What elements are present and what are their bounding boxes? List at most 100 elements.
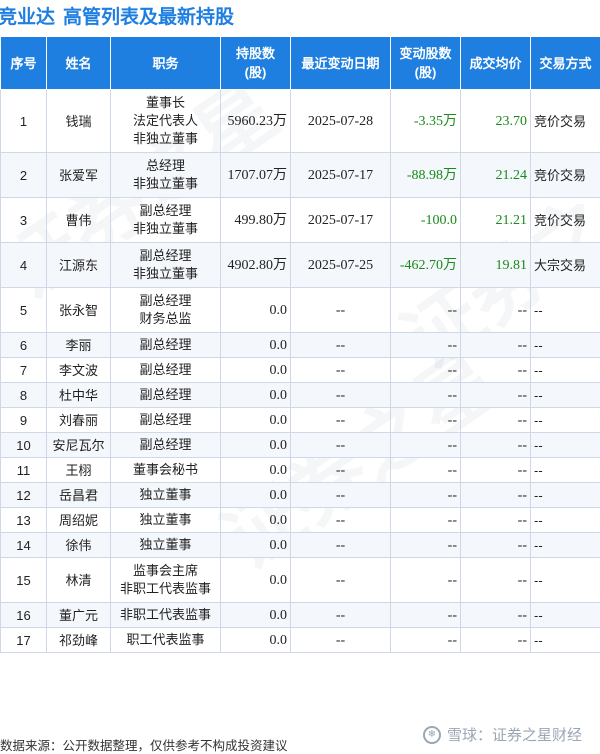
shares-changed: -462.70万 <box>391 243 461 288</box>
shares-changed: -88.98万 <box>391 153 461 198</box>
avg-price: -- <box>461 288 531 333</box>
row-number: 14 <box>1 533 47 558</box>
executive-position: 董事会秘书 <box>111 458 221 483</box>
avg-price: -- <box>461 408 531 433</box>
table-row: 4江源东副总经理 非独立董事4902.80万2025-07-25-462.70万… <box>1 243 600 288</box>
row-number: 15 <box>1 558 47 603</box>
last-change-date: -- <box>291 433 391 458</box>
last-change-date: -- <box>291 458 391 483</box>
shares-held: 4902.80万 <box>221 243 291 288</box>
trade-method: -- <box>531 458 600 483</box>
last-change-date: -- <box>291 558 391 603</box>
row-number: 9 <box>1 408 47 433</box>
last-change-date: 2025-07-28 <box>291 90 391 153</box>
table-row: 5张永智副总经理 财务总监0.0-------- <box>1 288 600 333</box>
snowball-logo-icon: ❄ <box>423 726 441 744</box>
executive-name: 张永智 <box>47 288 111 333</box>
shares-held: 499.80万 <box>221 198 291 243</box>
executive-position: 独立董事 <box>111 508 221 533</box>
shares-changed: -3.35万 <box>391 90 461 153</box>
executive-name: 林清 <box>47 558 111 603</box>
row-number: 16 <box>1 603 47 628</box>
avg-price: 21.21 <box>461 198 531 243</box>
executive-position: 副总经理 非独立董事 <box>111 198 221 243</box>
shares-held: 5960.23万 <box>221 90 291 153</box>
executive-position: 独立董事 <box>111 533 221 558</box>
executive-position: 独立董事 <box>111 483 221 508</box>
row-number: 4 <box>1 243 47 288</box>
column-header: 最近变动日期 <box>291 37 391 90</box>
shares-changed: -- <box>391 433 461 458</box>
executive-position: 副总经理 <box>111 408 221 433</box>
avg-price: -- <box>461 433 531 458</box>
brand-watermark: ❄ 雪球：证券之星财经 <box>423 724 582 745</box>
trade-method: -- <box>531 358 600 383</box>
trade-method: -- <box>531 628 600 653</box>
trade-method: -- <box>531 558 600 603</box>
last-change-date: -- <box>291 383 391 408</box>
table-row: 6李丽副总经理0.0-------- <box>1 333 600 358</box>
trade-method: -- <box>531 433 600 458</box>
column-header: 职务 <box>111 37 221 90</box>
company-name: 竞业达 <box>0 2 55 29</box>
shares-changed: -- <box>391 383 461 408</box>
executive-name: 徐伟 <box>47 533 111 558</box>
table-row: 7李文波副总经理0.0-------- <box>1 358 600 383</box>
executive-position: 副总经理 财务总监 <box>111 288 221 333</box>
shares-held: 0.0 <box>221 358 291 383</box>
executive-position: 副总经理 <box>111 433 221 458</box>
avg-price: -- <box>461 533 531 558</box>
row-number: 3 <box>1 198 47 243</box>
executive-position: 监事会主席 非职工代表监事 <box>111 558 221 603</box>
last-change-date: 2025-07-25 <box>291 243 391 288</box>
table-row: 16董广元非职工代表监事0.0-------- <box>1 603 600 628</box>
shares-changed: -- <box>391 288 461 333</box>
row-number: 8 <box>1 383 47 408</box>
executive-name: 杜中华 <box>47 383 111 408</box>
row-number: 12 <box>1 483 47 508</box>
last-change-date: 2025-07-17 <box>291 153 391 198</box>
shares-held: 0.0 <box>221 558 291 603</box>
table-row: 12岳昌君独立董事0.0-------- <box>1 483 600 508</box>
executive-name: 张爱军 <box>47 153 111 198</box>
column-header: 序号 <box>1 37 47 90</box>
avg-price: -- <box>461 603 531 628</box>
shares-held: 0.0 <box>221 458 291 483</box>
shares-changed: -- <box>391 508 461 533</box>
executives-table: 序号姓名职务持股数 (股)最近变动日期变动股数 (股)成交均价交易方式 1钱瑞董… <box>0 36 600 653</box>
executive-name: 李文波 <box>47 358 111 383</box>
executive-position: 非职工代表监事 <box>111 603 221 628</box>
column-header: 成交均价 <box>461 37 531 90</box>
executive-name: 刘春丽 <box>47 408 111 433</box>
executive-position: 总经理 非独立董事 <box>111 153 221 198</box>
last-change-date: -- <box>291 628 391 653</box>
trade-method: -- <box>531 408 600 433</box>
shares-held: 0.0 <box>221 383 291 408</box>
table-row: 8杜中华副总经理0.0-------- <box>1 383 600 408</box>
executive-position: 职工代表监事 <box>111 628 221 653</box>
executive-position: 副总经理 非独立董事 <box>111 243 221 288</box>
last-change-date: -- <box>291 508 391 533</box>
executive-name: 祁劲峰 <box>47 628 111 653</box>
shares-held: 0.0 <box>221 288 291 333</box>
column-header: 变动股数 (股) <box>391 37 461 90</box>
trade-method: -- <box>531 333 600 358</box>
trade-method: 竞价交易 <box>531 90 600 153</box>
executive-name: 董广元 <box>47 603 111 628</box>
row-number: 2 <box>1 153 47 198</box>
column-header: 持股数 (股) <box>221 37 291 90</box>
trade-method: -- <box>531 533 600 558</box>
executive-position: 副总经理 <box>111 358 221 383</box>
avg-price: -- <box>461 508 531 533</box>
shares-held: 0.0 <box>221 433 291 458</box>
executive-name: 岳昌君 <box>47 483 111 508</box>
avg-price: -- <box>461 628 531 653</box>
shares-changed: -- <box>391 408 461 433</box>
table-row: 15林清监事会主席 非职工代表监事0.0-------- <box>1 558 600 603</box>
table-row: 14徐伟独立董事0.0-------- <box>1 533 600 558</box>
avg-price: 23.70 <box>461 90 531 153</box>
shares-held: 1707.07万 <box>221 153 291 198</box>
executive-name: 曹伟 <box>47 198 111 243</box>
shares-changed: -- <box>391 628 461 653</box>
last-change-date: 2025-07-17 <box>291 198 391 243</box>
